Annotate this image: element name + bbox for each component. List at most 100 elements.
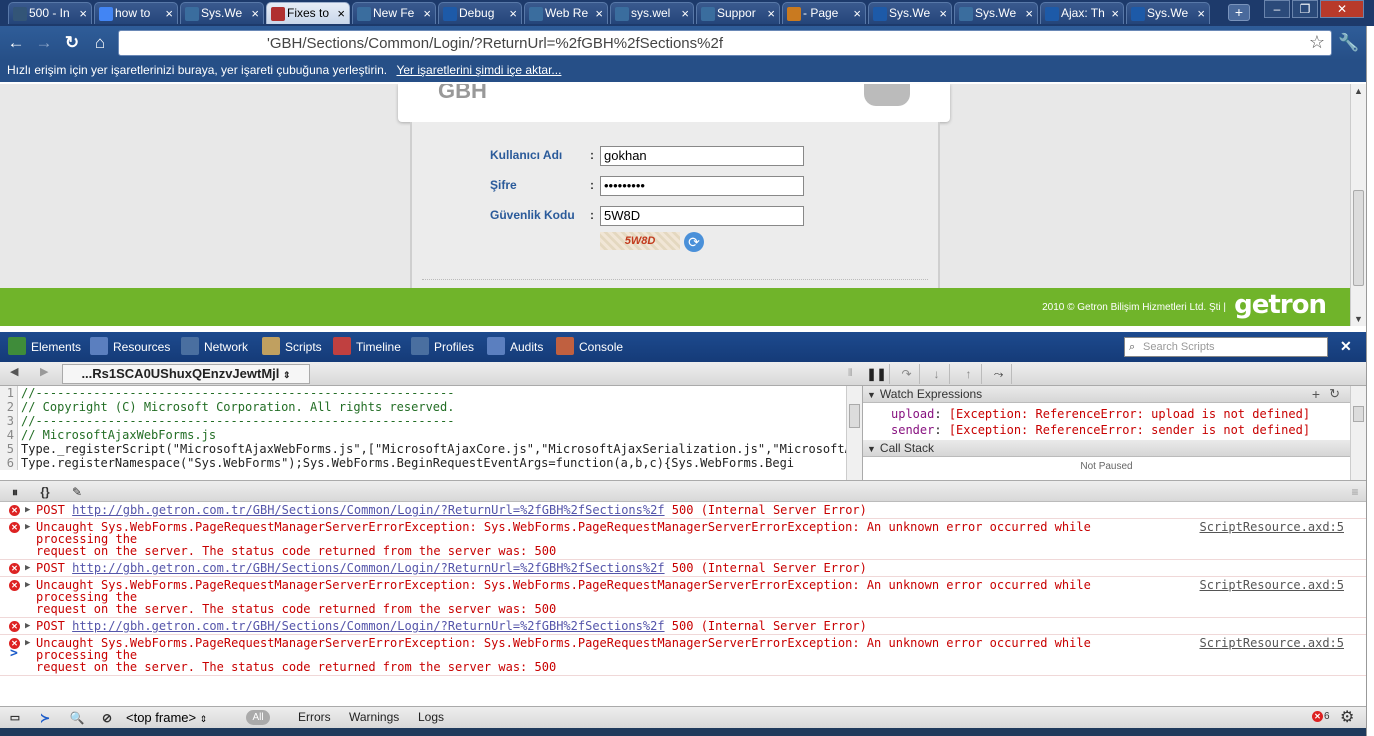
scroll-thumb[interactable] bbox=[1353, 190, 1364, 286]
filter-warnings-button[interactable]: Warnings bbox=[349, 710, 399, 724]
add-watch-icon[interactable]: + bbox=[1312, 386, 1320, 402]
step-over-icon[interactable]: ↷ bbox=[894, 364, 920, 384]
tab[interactable]: how to × bbox=[94, 2, 178, 24]
refresh-captcha-icon[interactable]: ⟳ bbox=[684, 232, 704, 252]
resize-grip-icon[interactable]: ≡ bbox=[1344, 483, 1366, 501]
console-toggle-icon[interactable]: ≻ bbox=[34, 709, 56, 727]
sidebar-scrollbar[interactable] bbox=[1350, 386, 1366, 480]
close-tab-icon[interactable]: × bbox=[509, 3, 517, 24]
close-tab-icon[interactable]: × bbox=[337, 3, 345, 24]
minimize-button[interactable]: – bbox=[1264, 0, 1290, 18]
source-link[interactable]: ScriptResource.axd:5 bbox=[1200, 637, 1345, 649]
dock-icon[interactable]: ▭ bbox=[4, 709, 26, 727]
home-icon[interactable]: ⌂ bbox=[89, 32, 111, 54]
tab[interactable]: Sys.We × bbox=[1126, 2, 1210, 24]
line-number[interactable]: 4 bbox=[0, 428, 18, 442]
panel-tab-resources[interactable]: Resources bbox=[90, 336, 170, 355]
panel-tab-audits[interactable]: Audits bbox=[487, 336, 543, 355]
line-number[interactable]: 1 bbox=[0, 386, 18, 400]
filter-errors-button[interactable]: Errors bbox=[298, 710, 331, 724]
reload-icon[interactable]: ↻ bbox=[61, 32, 83, 54]
line-number[interactable]: 5 bbox=[0, 442, 18, 456]
username-input[interactable]: gokhan bbox=[600, 146, 804, 166]
close-tab-icon[interactable]: × bbox=[1025, 3, 1033, 24]
script-select[interactable]: ...Rs1SCA0UShuxQEnzvJewtMjl ⇕ bbox=[62, 364, 310, 384]
pause-icon[interactable]: ❚❚ bbox=[864, 364, 890, 384]
scroll-down-icon[interactable]: ▼ bbox=[1354, 314, 1363, 324]
console-prompt[interactable]: > bbox=[10, 646, 18, 661]
new-tab-button[interactable]: + bbox=[1228, 4, 1250, 21]
close-window-button[interactable]: ✕ bbox=[1320, 0, 1364, 18]
panel-tab-console[interactable]: Console bbox=[556, 336, 623, 355]
expand-triangle-icon[interactable]: ▶ bbox=[25, 637, 30, 649]
step-into-icon[interactable]: ↓ bbox=[924, 364, 950, 384]
next-script-icon[interactable]: ▶ bbox=[40, 365, 48, 378]
tab[interactable]: Sys.We × bbox=[868, 2, 952, 24]
pretty-print-icon[interactable]: {} bbox=[34, 483, 56, 501]
page-scrollbar[interactable]: ▲ ▼ bbox=[1350, 84, 1366, 326]
line-number[interactable]: 6 bbox=[0, 456, 18, 470]
request-url-link[interactable]: http://gbh.getron.com.tr/GBH/Sections/Co… bbox=[72, 561, 664, 575]
tab[interactable]: sys.wel × bbox=[610, 2, 694, 24]
request-url-link[interactable]: http://gbh.getron.com.tr/GBH/Sections/Co… bbox=[72, 503, 664, 517]
tab[interactable]: Web Re × bbox=[524, 2, 608, 24]
import-bookmarks-link[interactable]: Yer işaretlerini şimdi içe aktar... bbox=[396, 63, 561, 77]
close-tab-icon[interactable]: × bbox=[79, 3, 87, 24]
close-tab-icon[interactable]: × bbox=[165, 3, 173, 24]
close-tab-icon[interactable]: × bbox=[423, 3, 431, 24]
filter-all-button[interactable]: All bbox=[246, 710, 270, 725]
scroll-up-icon[interactable]: ▲ bbox=[1354, 86, 1363, 96]
panel-tab-elements[interactable]: Elements bbox=[8, 336, 81, 355]
panel-tab-profiles[interactable]: Profiles bbox=[411, 336, 474, 355]
tab[interactable]: New Fe × bbox=[352, 2, 436, 24]
tab[interactable]: Suppor × bbox=[696, 2, 780, 24]
frame-select[interactable]: <top frame> ⇕ bbox=[126, 709, 234, 727]
inspect-icon[interactable]: 🔍 bbox=[66, 709, 88, 727]
tab[interactable]: Fixes to × bbox=[266, 2, 350, 24]
panel-tab-timeline[interactable]: Timeline bbox=[333, 336, 401, 355]
address-bar[interactable]: 'GBH/Sections/Common/Login/?ReturnUrl=%2… bbox=[118, 30, 1332, 56]
settings-gear-icon[interactable]: ⚙ bbox=[1340, 707, 1354, 727]
tab[interactable]: Sys.We × bbox=[954, 2, 1038, 24]
close-tab-icon[interactable]: × bbox=[939, 3, 947, 24]
close-tab-icon[interactable]: × bbox=[681, 3, 689, 24]
call-stack-header[interactable]: ▼ Call Stack bbox=[863, 440, 1350, 457]
splitter-grip-icon[interactable]: ⦀ bbox=[848, 368, 852, 379]
close-devtools-icon[interactable]: ✕ bbox=[1340, 338, 1352, 355]
pause-on-exceptions-icon[interactable]: ⏸ bbox=[4, 483, 26, 501]
watch-expression[interactable]: upload: [Exception: ReferenceError: uplo… bbox=[863, 406, 1350, 422]
back-icon[interactable]: ← bbox=[5, 32, 27, 54]
wrench-icon[interactable]: 🔧 bbox=[1338, 32, 1360, 54]
deactivate-breakpoints-icon[interactable]: ⤳ bbox=[986, 364, 1012, 384]
prev-script-icon[interactable]: ◀ bbox=[10, 365, 18, 378]
watch-expressions-header[interactable]: ▼ Watch Expressions + ↻ bbox=[863, 386, 1350, 403]
code-scrollbar[interactable] bbox=[846, 386, 862, 480]
panel-tab-network[interactable]: Network bbox=[181, 336, 248, 355]
expand-triangle-icon[interactable]: ▶ bbox=[25, 620, 30, 632]
scroll-thumb[interactable] bbox=[849, 404, 860, 428]
panel-tab-scripts[interactable]: Scripts bbox=[262, 336, 322, 355]
bookmark-star-icon[interactable]: ☆ bbox=[1309, 32, 1325, 53]
tab[interactable]: Debug × bbox=[438, 2, 522, 24]
request-url-link[interactable]: http://gbh.getron.com.tr/GBH/Sections/Co… bbox=[72, 619, 664, 633]
password-input[interactable]: ••••••••• bbox=[600, 176, 804, 196]
close-tab-icon[interactable]: × bbox=[853, 3, 861, 24]
expand-triangle-icon[interactable]: ▶ bbox=[25, 579, 30, 591]
source-link[interactable]: ScriptResource.axd:5 bbox=[1200, 521, 1345, 533]
error-count[interactable]: ✕ 6 bbox=[1312, 711, 1330, 722]
tab[interactable]: Sys.We × bbox=[180, 2, 264, 24]
line-number[interactable]: 3 bbox=[0, 414, 18, 428]
refresh-watch-icon[interactable]: ↻ bbox=[1329, 386, 1340, 402]
forward-icon[interactable]: → bbox=[33, 32, 55, 54]
captcha-input[interactable]: 5W8D bbox=[600, 206, 804, 226]
close-tab-icon[interactable]: × bbox=[251, 3, 259, 24]
expand-triangle-icon[interactable]: ▶ bbox=[25, 521, 30, 533]
source-link[interactable]: ScriptResource.axd:5 bbox=[1200, 579, 1345, 591]
tab[interactable]: Ajax: Th × bbox=[1040, 2, 1124, 24]
tab[interactable]: - Page × bbox=[782, 2, 866, 24]
maximize-button[interactable]: ❐ bbox=[1292, 0, 1318, 18]
expand-triangle-icon[interactable]: ▶ bbox=[25, 504, 30, 516]
close-tab-icon[interactable]: × bbox=[767, 3, 775, 24]
edit-icon[interactable]: ✎ bbox=[66, 483, 88, 501]
clear-console-icon[interactable]: ⊘ bbox=[96, 709, 118, 727]
